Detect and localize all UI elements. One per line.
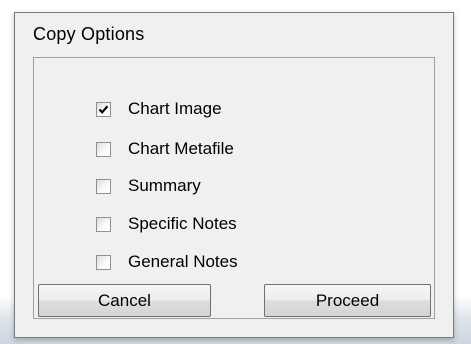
option-chart-metafile[interactable]: Chart Metafile <box>96 138 234 160</box>
option-general-notes[interactable]: General Notes <box>96 251 238 273</box>
general-notes-checkbox[interactable] <box>96 254 111 270</box>
option-specific-notes[interactable]: Specific Notes <box>96 213 237 235</box>
dialog-title: Copy Options <box>33 24 145 44</box>
proceed-button[interactable]: Proceed <box>264 284 431 317</box>
summary-label: Summary <box>128 176 201 195</box>
options-group: Chart Image Chart Metafile Summary Speci… <box>33 57 435 319</box>
option-summary[interactable]: Summary <box>96 175 201 197</box>
chart-image-checkbox[interactable] <box>96 101 111 117</box>
specific-notes-label: Specific Notes <box>128 214 237 233</box>
general-notes-label: General Notes <box>128 252 238 271</box>
chart-metafile-label: Chart Metafile <box>128 139 234 158</box>
option-chart-image[interactable]: Chart Image <box>96 98 222 120</box>
chart-image-label: Chart Image <box>128 99 222 118</box>
checkmark-icon <box>98 104 109 114</box>
specific-notes-checkbox[interactable] <box>96 216 111 232</box>
cancel-button[interactable]: Cancel <box>38 284 211 317</box>
chart-metafile-checkbox[interactable] <box>96 141 111 157</box>
summary-checkbox[interactable] <box>96 178 111 194</box>
copy-options-dialog: Copy Options Chart Image Chart Metafile … <box>14 12 454 338</box>
